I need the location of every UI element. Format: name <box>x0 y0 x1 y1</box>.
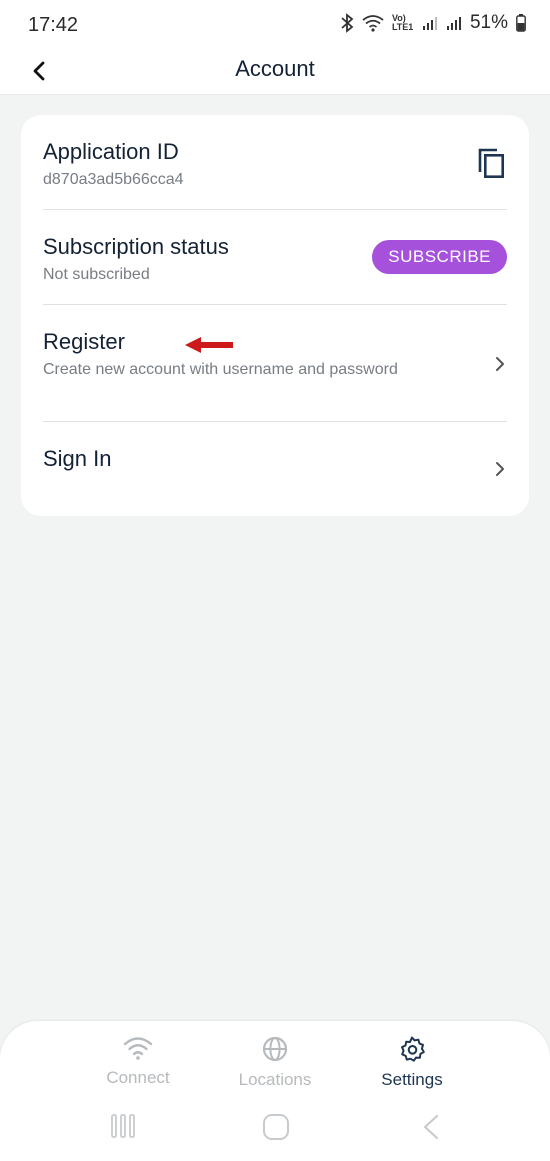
system-back-icon[interactable] <box>420 1113 442 1141</box>
application-id-row: Application ID d870a3ad5b66cca4 <box>43 139 507 190</box>
application-id-title: Application ID <box>43 139 179 164</box>
status-time: 17:42 <box>28 14 79 36</box>
recent-apps-icon[interactable] <box>110 1113 136 1139</box>
wifi-status-icon <box>362 15 384 32</box>
copy-icon <box>478 148 504 178</box>
status-icons: Vo) LTE1 51% <box>340 12 526 34</box>
application-id-value: d870a3ad5b66cca4 <box>43 171 184 188</box>
sign-in-row[interactable]: Sign In <box>43 446 507 472</box>
nav-locations-label: Locations <box>238 1070 312 1089</box>
battery-icon <box>516 14 526 32</box>
account-card: Application ID d870a3ad5b66cca4 Subscrip… <box>21 115 529 516</box>
wifi-icon <box>123 1037 153 1060</box>
nav-connect-label: Connect <box>106 1068 170 1087</box>
status-bar: 17:42 Vo) LTE1 51% <box>0 0 550 50</box>
sign-in-chevron-icon[interactable] <box>493 460 507 478</box>
app-bar: Account <box>0 50 550 95</box>
subscribe-button[interactable]: SUBSCRIBE <box>372 240 507 274</box>
sign-in-title: Sign In <box>43 446 112 471</box>
signal-icon <box>422 17 437 30</box>
nav-locations[interactable]: Locations <box>215 1035 335 1090</box>
network-label: Vo) LTE1 <box>391 13 414 32</box>
divider <box>43 304 507 305</box>
register-chevron-icon[interactable] <box>493 355 507 373</box>
nav-settings[interactable]: Settings <box>352 1035 472 1090</box>
divider <box>43 421 507 422</box>
signal-icon-2 <box>446 17 461 30</box>
nav-settings-label: Settings <box>381 1070 443 1089</box>
divider <box>43 209 507 210</box>
bluetooth-icon <box>341 13 354 33</box>
gear-icon <box>401 1036 425 1062</box>
battery-percentage: 51% <box>469 12 508 33</box>
page-title: Account <box>235 56 315 81</box>
copy-button[interactable] <box>477 147 507 179</box>
register-description: Create new account with username and pas… <box>43 361 398 378</box>
home-icon[interactable] <box>262 1113 290 1141</box>
nav-connect[interactable]: Connect <box>78 1035 198 1088</box>
annotation-arrow-icon <box>185 337 233 353</box>
system-navigation-bar <box>0 1113 550 1153</box>
globe-icon <box>262 1036 288 1062</box>
bottom-navigation: Connect Locations Settings <box>0 1021 550 1161</box>
